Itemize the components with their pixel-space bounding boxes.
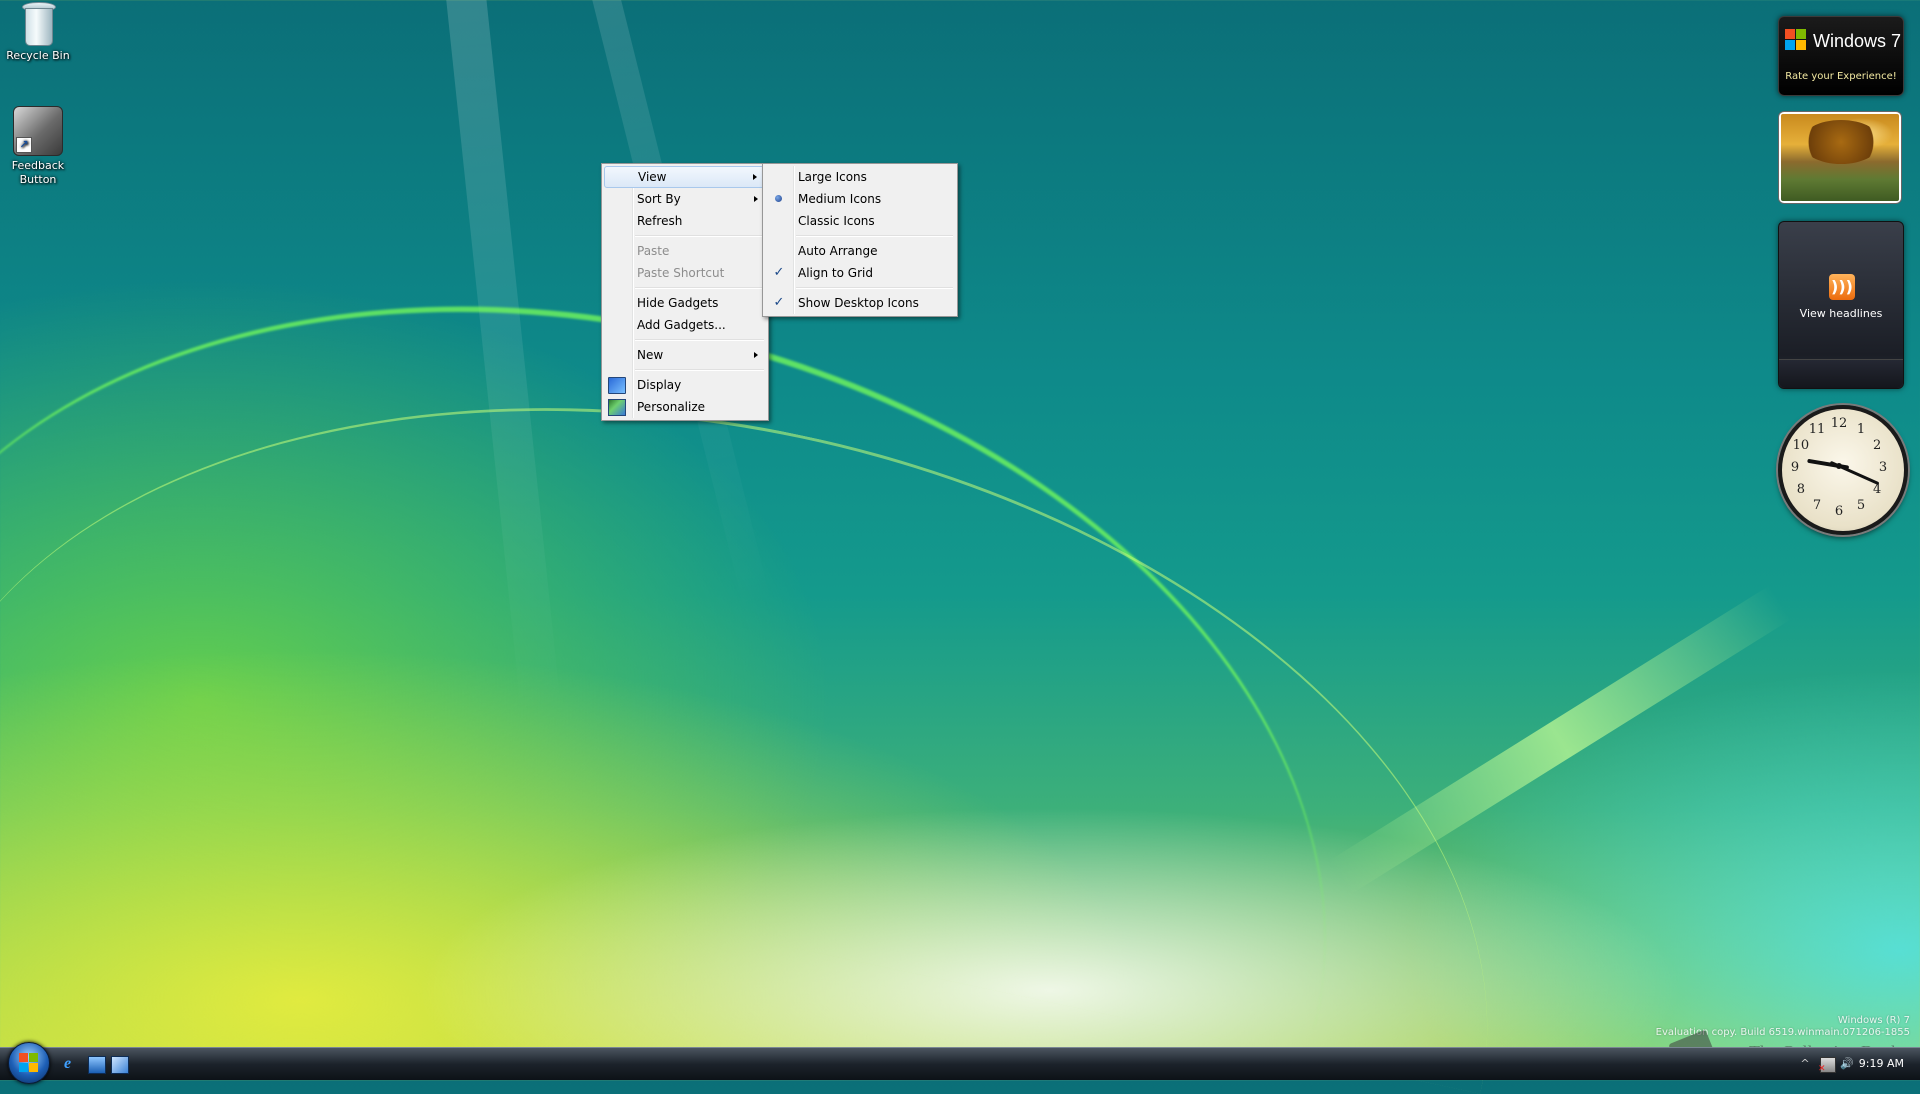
view-headlines-link[interactable]: View headlines [1779, 307, 1903, 320]
clock-numeral: 8 [1797, 482, 1805, 497]
clock-numeral: 12 [1831, 416, 1848, 431]
submenu-arrow-icon [753, 174, 757, 180]
submenu-item-classic-icons[interactable]: Classic Icons [765, 210, 955, 232]
clock-numeral: 9 [1791, 460, 1799, 475]
wallpaper-wave [0, 269, 1585, 1094]
menu-item-add-gadgets[interactable]: Add Gadgets... [604, 314, 766, 336]
show-hidden-icons-icon[interactable]: ^ [1798, 1057, 1812, 1071]
desktop-icon-feedback-button[interactable]: ↗ Feedback Button [0, 106, 76, 187]
menu-item-hide-gadgets[interactable]: Hide Gadgets [604, 292, 766, 314]
menu-item-new[interactable]: New [604, 344, 766, 366]
clock-face: 12 1234567891011 [1791, 416, 1887, 519]
internet-explorer-icon[interactable]: e [64, 1056, 80, 1072]
clock-numeral: 10 [1793, 438, 1810, 453]
windows7-rating-gadget[interactable]: Windows 7 Rate your Experience! [1778, 16, 1904, 96]
menu-separator [635, 235, 764, 237]
desktop-icon-recycle-bin[interactable]: Recycle Bin [0, 2, 76, 63]
desktop-icon-label-line2: Button [19, 173, 57, 186]
gadget-title: Windows 7 [1813, 31, 1902, 51]
menu-item-display[interactable]: Display [604, 374, 766, 396]
wallpaper-wave [1328, 585, 1792, 895]
clock-numeral: 3 [1879, 460, 1887, 475]
rss-feed-icon: ))) [1829, 274, 1855, 300]
volume-icon[interactable]: 🔊 [1840, 1057, 1854, 1071]
slideshow-photo [1781, 114, 1899, 201]
submenu-item-medium-icons[interactable]: Medium Icons [765, 188, 955, 210]
clock-numeral: 1 [1857, 422, 1865, 437]
build-watermark-title: Windows (R) 7 [1837, 1015, 1910, 1026]
menu-separator [796, 235, 953, 237]
menu-item-view[interactable]: View [604, 166, 766, 188]
clock-gadget[interactable]: 12 1 2 3 4 5 6 7 8 9 10 11 [1778, 405, 1908, 535]
clock-numeral: 5 [1857, 498, 1865, 513]
menu-separator [796, 287, 953, 289]
menu-item-personalize[interactable]: Personalize [604, 396, 766, 418]
clock-center-pin [1836, 463, 1842, 469]
submenu-item-show-desktop-icons[interactable]: ✓ Show Desktop Icons [765, 292, 955, 314]
menu-item-paste-shortcut: Paste Shortcut [637, 266, 725, 280]
network-disconnected-icon[interactable] [1818, 1057, 1836, 1076]
switch-windows-icon[interactable] [111, 1056, 129, 1074]
menu-separator [635, 287, 764, 289]
desktop-icon-label-line1: Feedback [11, 159, 65, 172]
submenu-arrow-icon [754, 352, 758, 358]
view-submenu: Large Icons Medium Icons Classic Icons A… [762, 163, 958, 317]
menu-separator [635, 369, 764, 371]
clock-numeral: 7 [1813, 498, 1821, 513]
wallpaper-light-streak [438, 0, 562, 720]
show-desktop-icon[interactable] [88, 1056, 106, 1074]
clock-numeral: 11 [1809, 422, 1826, 437]
radio-bullet-icon [775, 195, 782, 202]
recycle-bin-icon [20, 2, 56, 46]
checkmark-icon: ✓ [773, 265, 785, 280]
submenu-item-large-icons[interactable]: Large Icons [765, 166, 955, 188]
start-button[interactable] [8, 1042, 50, 1084]
windows-logo-icon [19, 1053, 39, 1073]
windows-logo-icon [1785, 29, 1807, 51]
desktop-context-menu: View Sort By Refresh Paste Paste Shortcu… [601, 163, 769, 421]
clock-numeral: 6 [1835, 504, 1843, 519]
display-icon [608, 377, 626, 394]
menu-item-sort-by[interactable]: Sort By [604, 188, 766, 210]
slideshow-gadget[interactable] [1778, 111, 1902, 204]
submenu-item-auto-arrange[interactable]: Auto Arrange [765, 240, 955, 262]
submenu-item-align-to-grid[interactable]: ✓ Align to Grid [765, 262, 955, 284]
menu-item-refresh[interactable]: Refresh [604, 210, 766, 232]
feed-headlines-gadget[interactable]: ))) View headlines [1778, 221, 1904, 389]
taskbar-clock[interactable]: 9:19 AM [1859, 1057, 1904, 1070]
checkmark-icon: ✓ [773, 295, 785, 310]
submenu-arrow-icon [754, 196, 758, 202]
menu-item-paste: Paste [637, 244, 670, 258]
menu-separator [635, 339, 764, 341]
feedback-shortcut-icon: ↗ [13, 106, 63, 156]
shortcut-arrow-icon: ↗ [16, 137, 32, 153]
clock-numeral: 2 [1873, 438, 1881, 453]
gadget-subtitle-link[interactable]: Rate your Experience! [1779, 71, 1903, 82]
gadget-footer-bar [1779, 359, 1903, 388]
taskbar: e ^ 🔊 9:19 AM [0, 1042, 1920, 1084]
desktop-icon-label: Recycle Bin [6, 49, 70, 62]
personalize-icon [608, 399, 626, 416]
